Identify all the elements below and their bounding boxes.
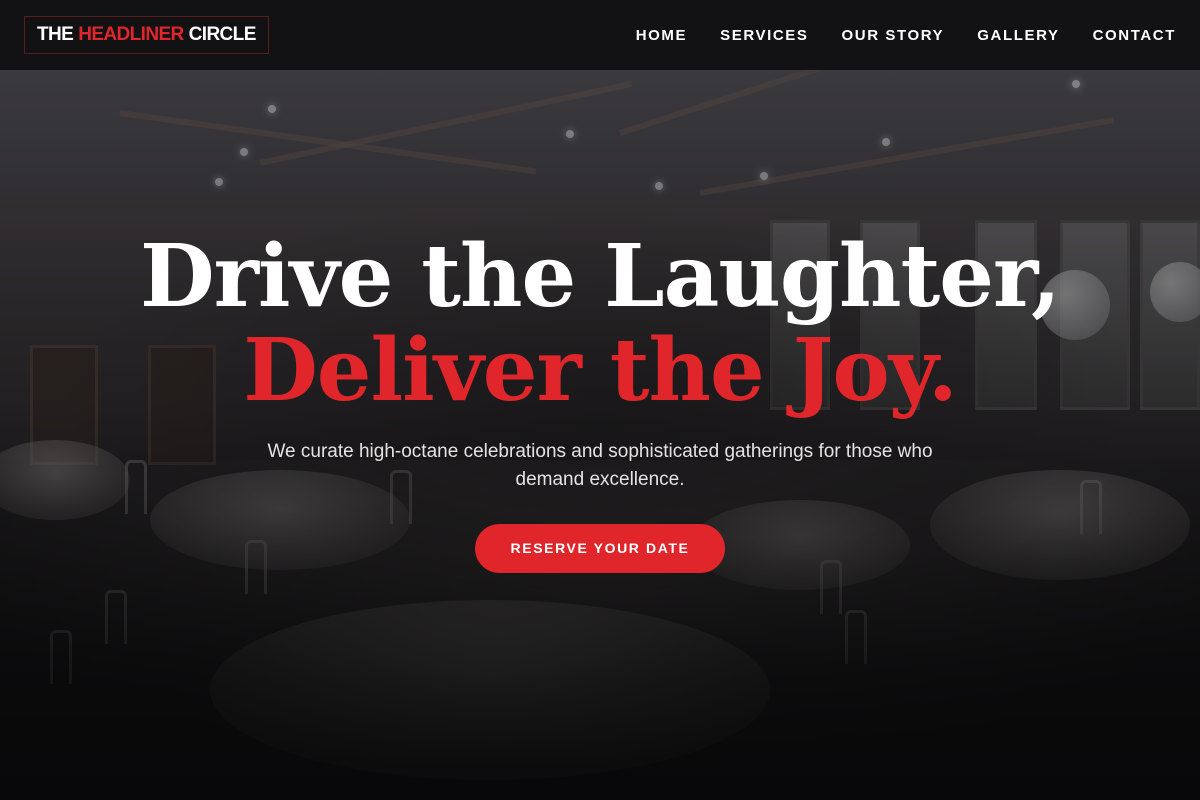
headline-line-1: Drive the Laughter, (140, 226, 1061, 327)
nav-link-home[interactable]: HOME (636, 27, 687, 44)
nav-link-our-story[interactable]: OUR STORY (842, 27, 945, 44)
nav-link-contact[interactable]: CONTACT (1093, 27, 1176, 44)
reserve-date-button[interactable]: RESERVE YOUR DATE (475, 524, 725, 573)
site-header: THE HEADLINER CIRCLE HOME SERVICES OUR S… (0, 0, 1200, 70)
logo[interactable]: THE HEADLINER CIRCLE (24, 16, 269, 54)
headline-line-2: Deliver the Joy. (243, 320, 958, 421)
logo-word-circle: CIRCLE (188, 24, 257, 45)
logo-word-the: THE (37, 24, 74, 45)
nav-link-gallery[interactable]: GALLERY (977, 27, 1059, 44)
hero-section: Drive the Laughter, Deliver the Joy. We … (0, 230, 1200, 573)
nav-link-services[interactable]: SERVICES (720, 27, 808, 44)
main-nav: HOME SERVICES OUR STORY GALLERY CONTACT (636, 27, 1176, 44)
hero-headline: Drive the Laughter, Deliver the Joy. (0, 230, 1200, 418)
logo-word-headliner: HEADLINER (78, 24, 184, 45)
page: THE HEADLINER CIRCLE HOME SERVICES OUR S… (0, 0, 1200, 800)
hero-subtitle: We curate high-octane celebrations and s… (267, 441, 933, 490)
